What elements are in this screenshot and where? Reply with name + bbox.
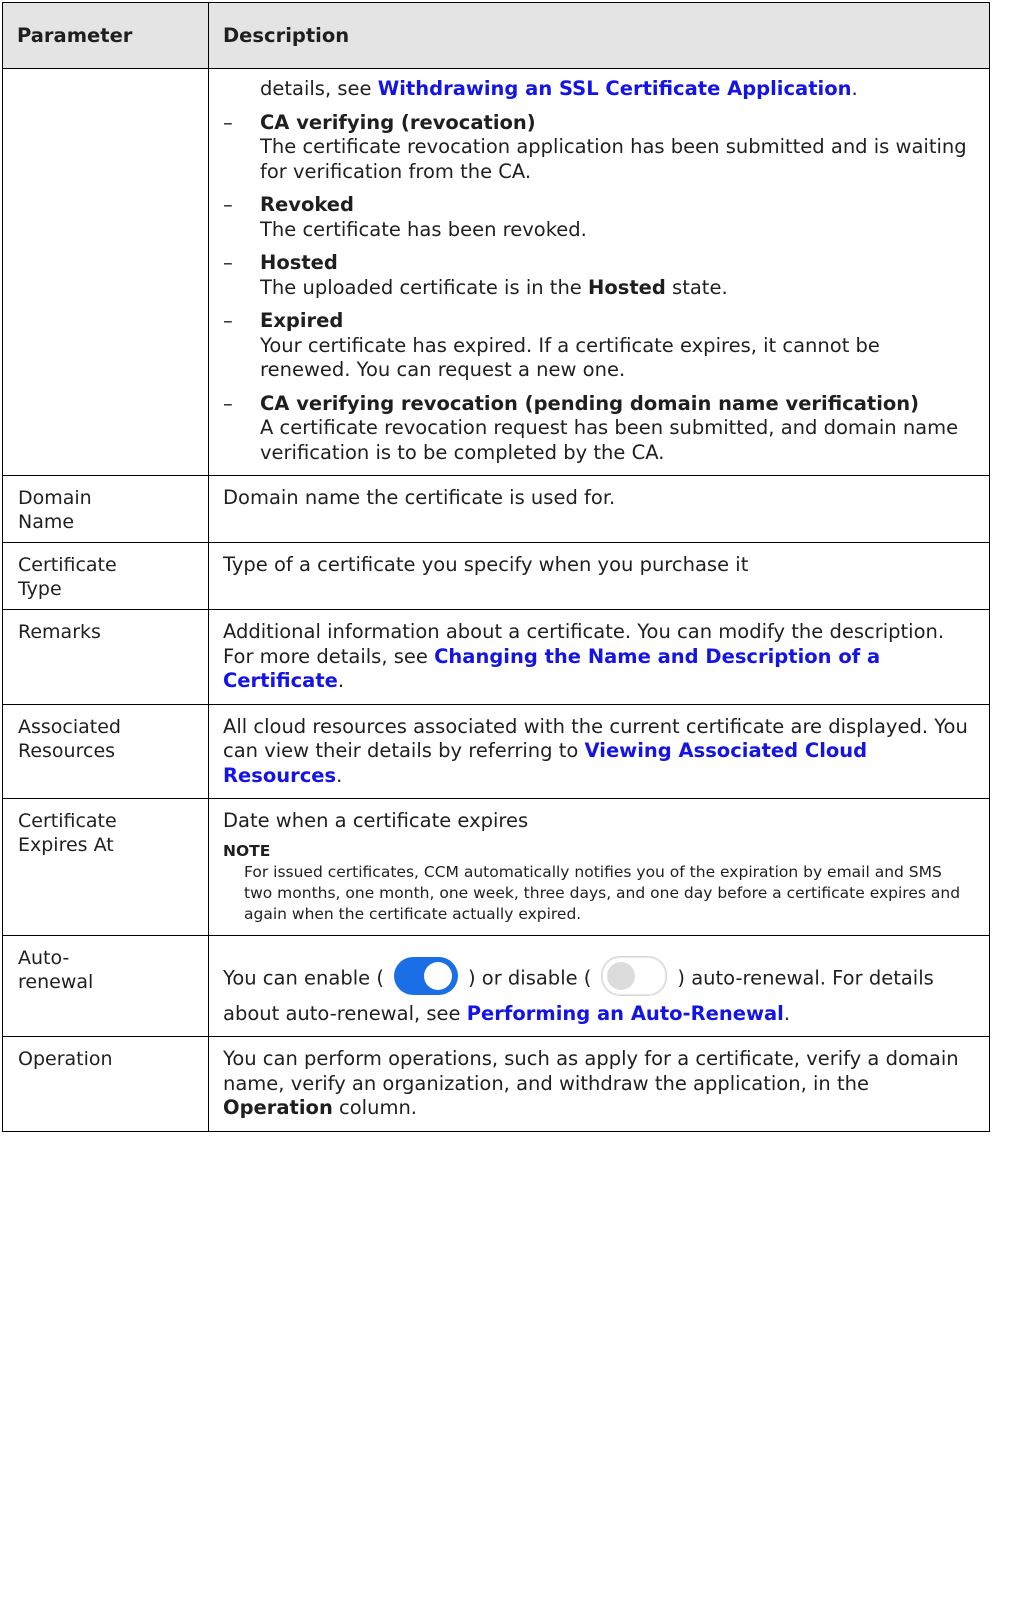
status-text: A certificate revocation request has bee… [260,416,959,464]
status-title: Hosted [260,251,338,274]
description-cell: All cloud resources associated with the … [208,703,990,799]
table-row-certificate-type: Certificate Type Type of a certificate yo… [2,542,990,610]
status-text: The certificate revocation application h… [260,135,967,183]
list-item: – CA verifying revocation (pending domai… [223,392,975,466]
description-cell: Date when a certificate expires NOTE For… [208,798,990,936]
note-title: NOTE [223,841,271,860]
param-cell: Remarks [2,609,209,705]
toggle-on-icon [393,956,458,995]
status-title: CA verifying (revocation) [260,110,536,134]
toggle-off-icon [601,955,668,996]
param-cell: Operation [2,1036,209,1132]
param-cell: Certificate Type [2,542,209,610]
description-cell: Domain name the certificate is used for. [208,475,990,543]
table-header-row: Parameter Description [2,2,990,69]
status-title: CA verifying revocation (pending domain … [260,391,920,415]
list-item: – Hosted The uploaded certificate is in … [223,251,975,300]
auto-renewal-link[interactable]: Performing an Auto-Renewal [467,1002,784,1025]
status-description: details, see Withdrawing an SSL Certific… [208,68,990,476]
status-text: Your certificate has expired. If a certi… [260,333,880,382]
parameter-table: Parameter Description details, see Withd… [2,2,990,1132]
param-cell: Auto-renewal [2,934,209,1037]
withdrawing-application-link[interactable]: Withdrawing an SSL Certificate Applicati… [378,77,852,100]
description-cell: You can perform operations, such as appl… [208,1036,990,1132]
list-item: – CA verifying (revocation) The certific… [223,111,975,185]
description-cell: You can enable () or disable () auto-ren… [208,934,990,1037]
header-parameter: Parameter [2,2,209,69]
table-row-remarks: Remarks Additional information about a c… [2,609,990,705]
status-text: The uploaded certificate is in the Hoste… [260,275,728,299]
param-cell-empty [2,68,209,476]
status-title: Revoked [260,193,354,216]
status-title: Expired [260,309,344,332]
param-cell: Domain Name [2,475,209,543]
table-row-expires-at: Certificate Expires At Date when a certif… [2,798,990,936]
table-row-domain-name: Domain Name Domain name the certificate i… [2,475,990,543]
status-text: The certificate has been revoked. [260,217,587,241]
param-cell: Certificate Expires At [2,798,209,936]
table-row-auto-renewal: Auto-renewal You can enable () or disabl… [2,934,990,1037]
note-body: For issued certificates, CCM automatical… [244,862,961,923]
table-row-status: details, see Withdrawing an SSL Certific… [2,68,990,476]
description-cell: Additional information about a certifica… [208,609,990,705]
description-cell: Type of a certificate you specify when y… [208,542,990,610]
status-intro: details, see Withdrawing an SSL Certific… [260,77,858,100]
list-item: – Expired Your certificate has expired. … [223,309,975,383]
table-row-associated-resources: Associated Resources All cloud resources … [2,703,990,799]
header-description: Description [208,2,990,69]
table-row-operation: Operation You can perform operations, su… [2,1036,990,1132]
param-cell: Associated Resources [2,703,209,799]
list-item: – Revoked The certificate has been revok… [223,193,975,242]
